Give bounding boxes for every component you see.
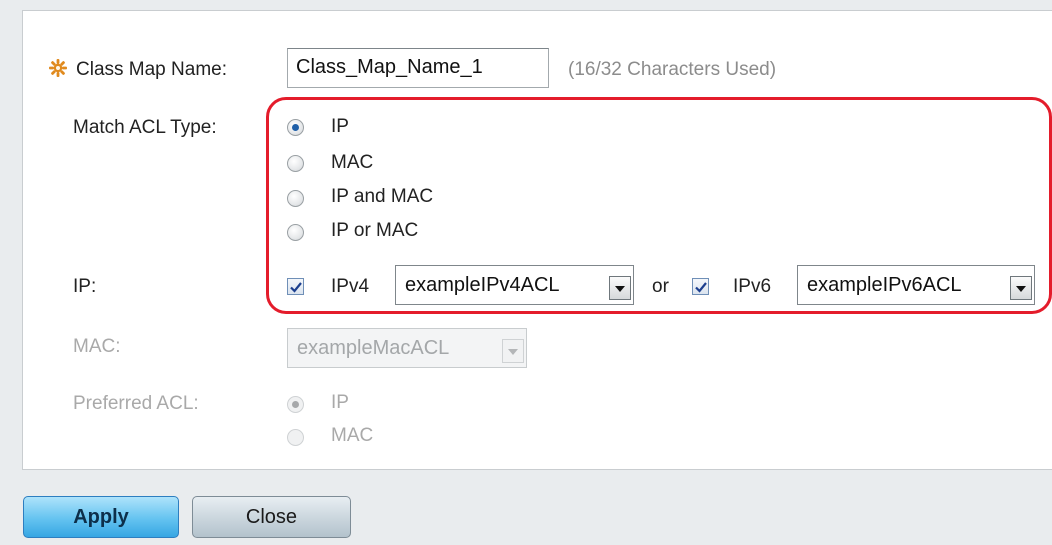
apply-button[interactable]: Apply: [23, 496, 179, 538]
mac-label: MAC:: [73, 336, 121, 357]
mac-acl-select[interactable]: exampleMacACL: [287, 328, 527, 368]
mac-dropdown-arrow-icon[interactable]: [502, 339, 524, 363]
close-button[interactable]: Close: [192, 496, 351, 538]
preferred-acl-mac-radio[interactable]: [287, 429, 304, 446]
class-map-name-input[interactable]: Class_Map_Name_1: [287, 48, 549, 88]
match-acl-type-label: Match ACL Type:: [73, 117, 217, 138]
mac-acl-value: exampleMacACL: [297, 337, 450, 359]
required-star-icon: [49, 59, 67, 77]
preferred-acl-ip-radio[interactable]: [287, 396, 304, 413]
highlight-box: [266, 97, 1052, 314]
preferred-acl-mac-label: MAC: [331, 425, 374, 446]
preferred-acl-label: Preferred ACL:: [73, 393, 199, 414]
class-map-name-label: Class Map Name:: [76, 59, 227, 80]
ip-label: IP:: [73, 276, 97, 297]
character-count-hint: (16/32 Characters Used): [568, 59, 777, 80]
preferred-acl-ip-label: IP: [331, 392, 349, 413]
